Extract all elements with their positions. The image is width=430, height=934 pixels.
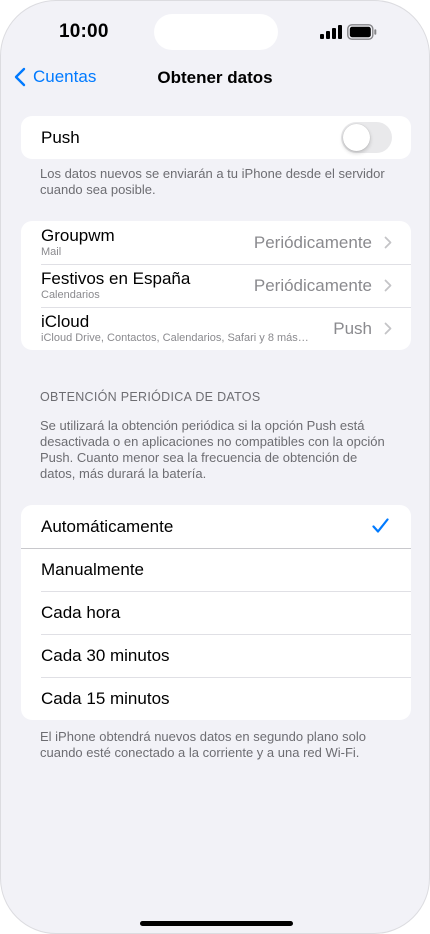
phone-screen: 10:00 Cuentas Obtener datos Push Los dat…	[0, 0, 430, 934]
status-bar: 10:00	[1, 1, 429, 65]
push-footer: Los datos nuevos se enviarán a tu iPhone…	[40, 166, 385, 197]
accounts-group: Groupwm Mail Periódicamente Festivos en …	[21, 221, 411, 350]
chevron-right-icon	[384, 279, 392, 292]
fetch-footer: El iPhone obtendrá nuevos datos en segun…	[40, 729, 366, 760]
option-cada-hora[interactable]: Cada hora	[21, 591, 411, 634]
option-cada-15-minutos[interactable]: Cada 15 minutos	[21, 677, 411, 720]
account-fetch-value: Periódicamente	[253, 276, 372, 295]
account-subtitle: Calendarios	[41, 289, 100, 301]
dynamic-island	[154, 14, 278, 50]
option-label: Automáticamente	[41, 516, 174, 536]
page-title: Obtener datos	[157, 68, 273, 87]
option-label: Manualmente	[41, 559, 145, 579]
push-toggle[interactable]	[341, 122, 392, 153]
account-name: Groupwm	[41, 226, 115, 245]
account-fetch-value: Periódicamente	[253, 233, 372, 252]
account-subtitle: Mail	[41, 246, 62, 258]
option-label: Cada 30 minutos	[41, 645, 170, 665]
option-label: Cada 15 minutos	[41, 688, 170, 708]
option-cada-30-minutos[interactable]: Cada 30 minutos	[21, 634, 411, 677]
chevron-right-icon	[384, 322, 392, 335]
option-label: Cada hora	[41, 602, 121, 622]
toggle-knob	[343, 124, 370, 151]
account-row-festivos[interactable]: Festivos en España Calendarios Periódica…	[21, 264, 411, 307]
account-name: iCloud	[41, 312, 90, 331]
section-header: OBTENCIÓN PERIÓDICA DE DATOS	[40, 390, 261, 404]
navigation-bar: Cuentas Obtener datos	[1, 63, 429, 93]
push-row: Push	[21, 116, 411, 159]
option-manualmente[interactable]: Manualmente	[21, 548, 411, 591]
chevron-right-icon	[384, 236, 392, 249]
account-subtitle: iCloud Drive, Contactos, Calendarios, Sa…	[41, 332, 309, 344]
account-row-icloud[interactable]: iCloud iCloud Drive, Contactos, Calendar…	[21, 307, 411, 350]
status-time: 10:00	[59, 21, 109, 42]
push-label: Push	[41, 127, 80, 147]
account-row-groupwm[interactable]: Groupwm Mail Periódicamente	[21, 221, 411, 264]
fetch-description: Se utilizará la obtención periódica si l…	[40, 418, 385, 481]
cellular-signal-icon	[320, 25, 342, 39]
account-fetch-value: Push	[333, 319, 372, 338]
home-indicator[interactable]	[140, 921, 293, 926]
checkmark-icon	[372, 518, 389, 533]
account-name: Festivos en España	[41, 269, 191, 288]
battery-icon	[347, 24, 377, 40]
fetch-options-group: Automáticamente Manualmente Cada hora Ca…	[21, 505, 411, 720]
push-group: Push	[21, 116, 411, 159]
option-automaticamente[interactable]: Automáticamente	[21, 505, 411, 548]
